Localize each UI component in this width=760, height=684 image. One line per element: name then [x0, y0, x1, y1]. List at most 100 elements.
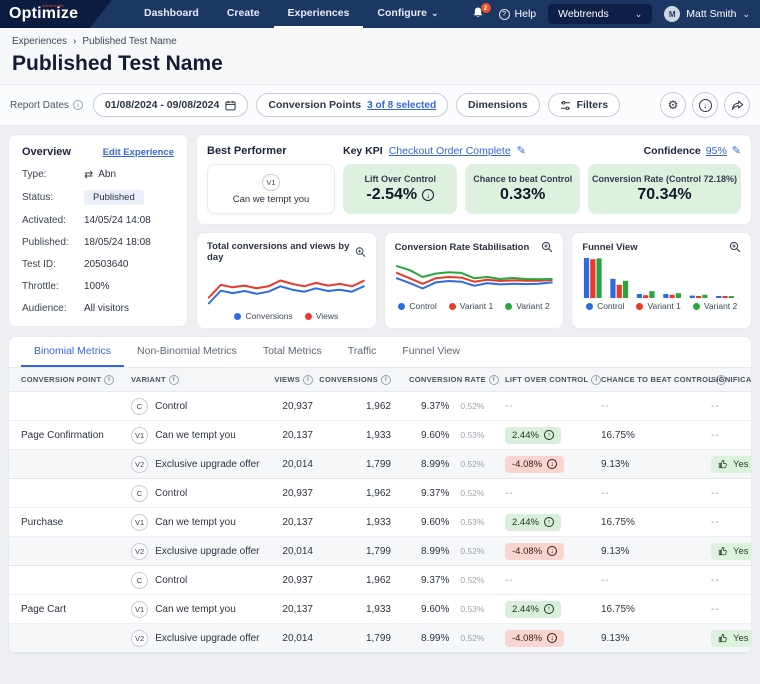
- conversion-rate-cell: 8.99% 0.52%: [421, 458, 485, 470]
- overview-panel: Overview Edit Experience Type: ⇄ Abn Stat…: [8, 134, 188, 327]
- tab-binomial-metrics[interactable]: Binomial Metrics: [21, 337, 125, 367]
- variant-name: Exclusive upgrade offer: [155, 458, 260, 470]
- info-icon[interactable]: i: [303, 374, 313, 385]
- arrow-down-circle-icon: ↓: [422, 189, 435, 201]
- info-icon[interactable]: i: [72, 100, 83, 110]
- significant-cell: Yes: [699, 629, 751, 647]
- conversion-points-button[interactable]: Conversion Points 3 of 8 selected: [256, 93, 449, 117]
- breadcrumb-experiences[interactable]: Experiences: [12, 36, 67, 47]
- published-value: 18/05/24 18:08: [84, 237, 151, 248]
- top-navbar: Webtrends Optimize Dashboard Create Expe…: [0, 0, 760, 28]
- column-header: Conversion Point i: [9, 374, 119, 385]
- info-icon[interactable]: i: [381, 374, 391, 385]
- arrow-down-circle-icon: ↓: [547, 546, 558, 556]
- zoom-icon[interactable]: [355, 246, 366, 258]
- conversions-cell: 1,799: [365, 632, 391, 644]
- empty-value: --: [505, 487, 514, 499]
- tab-traffic[interactable]: Traffic: [335, 337, 390, 367]
- lift-cell: 2.44% ↑: [493, 513, 589, 531]
- confidence-link[interactable]: 95%: [706, 145, 727, 157]
- settings-button[interactable]: ⚙: [660, 92, 686, 118]
- column-header: Variant i: [119, 374, 261, 385]
- chance-cell: 16.75%: [601, 516, 635, 528]
- table-header: Conversion Point i Variant i Views i Conversio…: [9, 368, 751, 392]
- tab-total-metrics[interactable]: Total Metrics: [250, 337, 335, 367]
- filters-button[interactable]: Filters: [547, 93, 621, 117]
- tab-non-binomial-metrics[interactable]: Non-Binomial Metrics: [124, 337, 250, 367]
- metrics-panel: Binomial Metrics Non-Binomial Metrics To…: [8, 336, 752, 654]
- share-icon: [731, 100, 743, 110]
- variant-name: Exclusive upgrade offer: [155, 545, 260, 557]
- legend-dot: [505, 302, 513, 310]
- significant-cell: Yes: [699, 542, 751, 560]
- notifications-bell-button[interactable]: 2: [471, 3, 491, 22]
- report-dates-label: Report Dates i: [10, 100, 83, 111]
- nav-item-configure[interactable]: Configure ⌄: [363, 0, 452, 28]
- rate-error-value: 0.52%: [460, 575, 485, 585]
- empty-value: --: [711, 429, 720, 441]
- share-button[interactable]: [724, 92, 750, 118]
- chance-cell: --: [589, 575, 699, 586]
- rate-error-value: 0.53%: [460, 517, 485, 527]
- table-row: C Control 20,937 1,962 9.37% 0.52% -- -- --: [9, 479, 751, 508]
- legend-dot: [586, 302, 594, 310]
- stabilisation-chart-card: Conversion Rate Stabilisation Control Va…: [383, 232, 565, 329]
- key-kpi-link[interactable]: Checkout Order Complete: [389, 145, 511, 157]
- zoom-icon[interactable]: [541, 241, 553, 253]
- ab-test-type-icon: ⇄: [84, 169, 94, 181]
- conversions-cell: 1,933: [365, 429, 391, 441]
- nav-item-dashboard[interactable]: Dashboard: [130, 0, 213, 28]
- account-selector[interactable]: Webtrends ⌄: [548, 4, 653, 24]
- nav-item-experiences[interactable]: Experiences: [273, 0, 364, 28]
- significant-cell: --: [699, 604, 751, 615]
- chance-cell: 9.13%: [601, 545, 630, 557]
- performance-panel: Best Performer Key KPI Checkout Order Co…: [196, 134, 752, 225]
- views-cell: 20,937: [282, 574, 313, 586]
- zoom-icon[interactable]: [729, 241, 741, 253]
- help-button[interactable]: ? Help: [498, 8, 536, 20]
- lift-cell: --: [493, 401, 589, 412]
- edit-confidence-icon[interactable]: ✎: [732, 144, 741, 157]
- user-menu[interactable]: M Matt Smith ⌄: [664, 6, 750, 22]
- lift-over-control-card: Lift Over Control -2.54% ↓: [343, 164, 458, 214]
- edit-experience-link[interactable]: Edit Experience: [103, 147, 174, 158]
- table-row: Purchase V1 Can we tempt you 20,137 1,933 9.6…: [9, 508, 751, 537]
- date-range-picker[interactable]: 01/08/2024 - 09/08/2024: [92, 93, 249, 117]
- variant-cell: V1 Can we tempt you: [119, 426, 261, 444]
- avatar: M: [664, 6, 681, 22]
- conversion-rate-cell: 9.60% 0.53%: [421, 516, 485, 528]
- variant-cell: V2 Exclusive upgrade offer: [119, 629, 261, 647]
- conversion-points-selected-link[interactable]: 3 of 8 selected: [367, 100, 436, 111]
- lift-badge: 2.44% ↑: [505, 600, 561, 618]
- chevron-down-icon: ⌄: [634, 9, 643, 19]
- significant-cell: --: [699, 429, 751, 441]
- page-title: Published Test Name: [12, 52, 223, 75]
- significant-cell: --: [699, 575, 751, 586]
- info-icon[interactable]: i: [104, 374, 115, 385]
- best-performer-label: Best Performer: [207, 144, 287, 157]
- rate-error-value: 0.52%: [460, 488, 485, 498]
- conversions-cell: 1,962: [365, 400, 391, 412]
- edit-kpi-icon[interactable]: ✎: [517, 144, 526, 157]
- user-name: Matt Smith: [686, 8, 737, 20]
- lift-cell: --: [493, 575, 589, 586]
- arrow-up-circle-icon: ↑: [543, 517, 554, 527]
- significant-yes-badge: Yes: [711, 455, 751, 473]
- tab-funnel-view[interactable]: Funnel View: [389, 337, 473, 367]
- column-header: Conversion Rate i: [397, 374, 499, 385]
- nav-item-create[interactable]: Create: [213, 0, 274, 28]
- dimensions-button[interactable]: Dimensions: [456, 93, 540, 117]
- conversions-cell: 1,933: [365, 516, 391, 528]
- status-badge: Published: [84, 190, 144, 205]
- table-row: V2 Exclusive upgrade offer 20,014 1,799 8.99…: [9, 537, 751, 566]
- views-cell: 20,014: [282, 458, 313, 470]
- chevron-down-icon: ⌄: [430, 8, 439, 18]
- variant-name: Can we tempt you: [155, 516, 236, 528]
- activated-value: 14/05/24 14:08: [84, 215, 151, 226]
- download-button[interactable]: ↓: [692, 92, 718, 118]
- conversion-rate-cell: 9.37% 0.52%: [421, 574, 485, 586]
- info-icon[interactable]: i: [168, 374, 179, 385]
- brand-logo[interactable]: Webtrends Optimize: [0, 0, 112, 28]
- chevron-down-icon: ⌄: [742, 9, 750, 19]
- type-value: Abn: [98, 169, 117, 180]
